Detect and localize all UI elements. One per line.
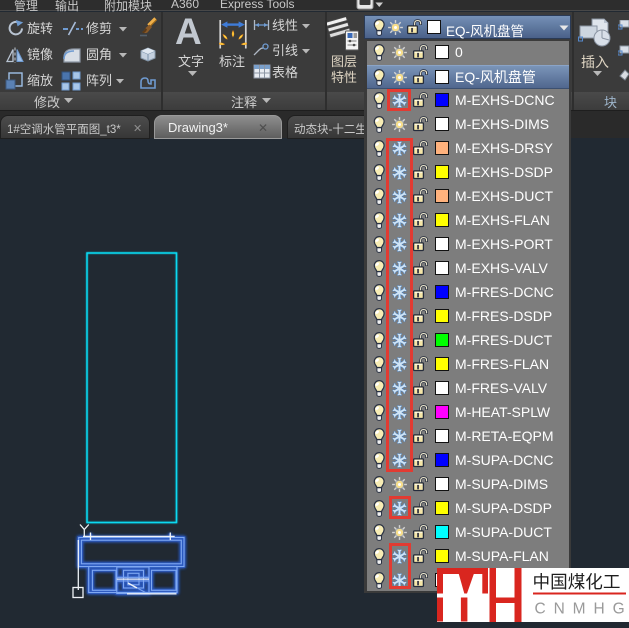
svg-text:CNMHG: CNMHG [535, 601, 629, 618]
svg-text:中国煤化工: 中国煤化工 [533, 572, 621, 592]
